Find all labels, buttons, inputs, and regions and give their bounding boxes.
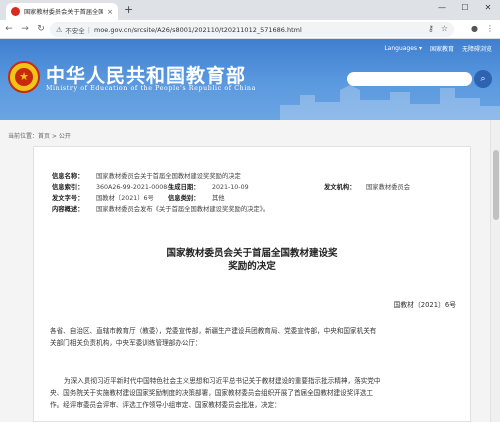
- meta-label-summary: 内容概述：: [52, 206, 84, 213]
- account-icon[interactable]: ●: [471, 24, 478, 33]
- body-line-3: 作。经评审委员会评审、评选工作领导小组审定、国家教材委员会批准，决定：: [50, 401, 281, 409]
- meta-row-index: 信息索引： 360A26-99-2021-0008-1 生成日期： 2021-1…: [52, 182, 452, 193]
- body-line-1: 为深入贯彻习近平新时代中国特色社会主义思想和习近平总书记关于教材建设的重要指示批…: [64, 377, 381, 385]
- body-paragraph: 为深入贯彻习近平新时代中国特色社会主义思想和习近平总书记关于教材建设的重要指示批…: [50, 375, 456, 411]
- meta-label-name: 信息名称：: [52, 173, 84, 180]
- minimize-icon[interactable]: —: [436, 3, 448, 12]
- meta-value-category: 其他: [212, 195, 225, 202]
- document-metadata: 信息名称： 国家教材委员会关于首届全国教材建设奖奖励的决定 信息索引： 360A…: [52, 171, 452, 215]
- meta-label-org: 发文机构：: [324, 184, 356, 191]
- url-text[interactable]: moe.gov.cn/srcsite/A26/s8001/202110/t202…: [94, 26, 302, 34]
- close-window-icon[interactable]: ✕: [482, 3, 494, 12]
- omnibox-actions: ⚷ ☆: [428, 24, 448, 33]
- scrollbar-thumb[interactable]: [493, 150, 499, 220]
- document-number: 国教材〔2021〕6号: [393, 301, 456, 309]
- meta-row-name: 信息名称： 国家教材委员会关于首届全国教材建设奖奖励的决定: [52, 171, 452, 182]
- url-bar[interactable]: ⚠ 不安全 | moe.gov.cn/srcsite/A26/s8001/202…: [50, 22, 454, 37]
- document-title: 国家教材委员会关于首届全国教材建设奖 奖励的决定: [34, 247, 470, 273]
- key-icon[interactable]: ⚷: [428, 24, 434, 33]
- site-search-input[interactable]: [347, 72, 472, 86]
- languages-link[interactable]: Languages ▾: [384, 45, 422, 52]
- breadcrumb[interactable]: 当前位置：首页 > 公开: [8, 131, 71, 140]
- site-title[interactable]: 中华人民共和国教育部: [46, 61, 246, 88]
- recipients-paragraph: 各省、自治区、直辖市教育厅（教委），党委宣传部，新疆生产建设兵团教育局、党委宣传…: [50, 325, 456, 349]
- not-secure-icon[interactable]: ⚠: [56, 26, 62, 34]
- site-subtitle: Ministry of Education of the People's Re…: [46, 85, 256, 92]
- header-links: Languages ▾ 国家教育 无障碍浏览: [384, 44, 492, 53]
- back-icon[interactable]: ←: [2, 24, 16, 34]
- window-controls: — ☐ ✕: [436, 3, 494, 12]
- not-secure-label: 不安全: [65, 26, 85, 35]
- browser-actions: ● ⋮: [471, 24, 494, 33]
- recipients-line-1: 各省、自治区、直辖市教育厅（教委），党委宣传部，新疆生产建设兵团教育局、党委宣传…: [50, 327, 377, 335]
- meta-value-number: 国教材〔2021〕6号: [96, 195, 154, 202]
- new-tab-button[interactable]: +: [124, 4, 133, 16]
- url-separator: |: [87, 25, 90, 34]
- meta-label-number: 发文字号：: [52, 195, 84, 202]
- meta-value-org: 国家教材委员会: [366, 184, 411, 191]
- address-toolbar: ← → ↻ ⚠ 不安全 | moe.gov.cn/srcsite/A26/s80…: [0, 20, 500, 39]
- site-header: ★ 中华人民共和国教育部 Ministry of Education of th…: [0, 39, 500, 120]
- emblem-star-icon: ★: [15, 68, 33, 86]
- article-panel: 信息名称： 国家教材委员会关于首届全国教材建设奖奖励的决定 信息索引： 360A…: [33, 146, 471, 422]
- body-line-2: 央、国务院关于实施教材建设国家奖励制度的决策部署，国家教材委员会组织开展了首届全…: [50, 389, 374, 397]
- scrollbar[interactable]: [490, 120, 500, 422]
- forward-icon[interactable]: →: [18, 24, 32, 34]
- skyline-decoration: [280, 85, 500, 120]
- recipients-line-2: 关部门相关负责机构，中央军委训练管理部办公厅：: [50, 339, 202, 347]
- maximize-icon[interactable]: ☐: [459, 3, 471, 12]
- star-icon[interactable]: ☆: [441, 24, 448, 33]
- document-title-line-2: 奖励的决定: [228, 261, 276, 272]
- meta-row-summary: 内容概述： 国家教材委员会发布《关于首届全国教材建设奖奖励的决定》。: [52, 204, 452, 215]
- national-emblem-icon[interactable]: ★: [8, 61, 40, 93]
- browser-tab-bar: 国家教材委员会关于首届全国教材... × + — ☐ ✕: [0, 0, 500, 20]
- tab-title: 国家教材委员会关于首届全国教材...: [24, 9, 104, 16]
- meta-label-category: 信息类别：: [168, 195, 200, 202]
- menu-icon[interactable]: ⋮: [486, 24, 494, 33]
- meta-value-summary: 国家教材委员会发布《关于首届全国教材建设奖奖励的决定》。: [96, 206, 270, 213]
- favicon-icon: [11, 7, 20, 16]
- browser-tab[interactable]: 国家教材委员会关于首届全国教材... ×: [6, 3, 118, 20]
- close-tab-icon[interactable]: ×: [107, 8, 113, 16]
- meta-value-date: 2021-10-09: [212, 184, 249, 191]
- reload-icon[interactable]: ↻: [34, 24, 48, 34]
- meta-label-index: 信息索引：: [52, 184, 84, 191]
- accessibility-link[interactable]: 无障碍浏览: [462, 44, 492, 53]
- meta-value-index: 360A26-99-2021-0008-1: [96, 184, 174, 191]
- meta-value-name: 国家教材委员会关于首届全国教材建设奖奖励的决定: [96, 173, 241, 180]
- search-icon[interactable]: ⌕: [474, 70, 492, 88]
- meta-row-number: 发文字号： 国教材〔2021〕6号 信息类别： 其他: [52, 193, 452, 204]
- document-title-line-1: 国家教材委员会关于首届全国教材建设奖: [166, 248, 338, 259]
- meta-label-date: 生成日期：: [168, 184, 200, 191]
- national-education-link[interactable]: 国家教育: [430, 44, 454, 53]
